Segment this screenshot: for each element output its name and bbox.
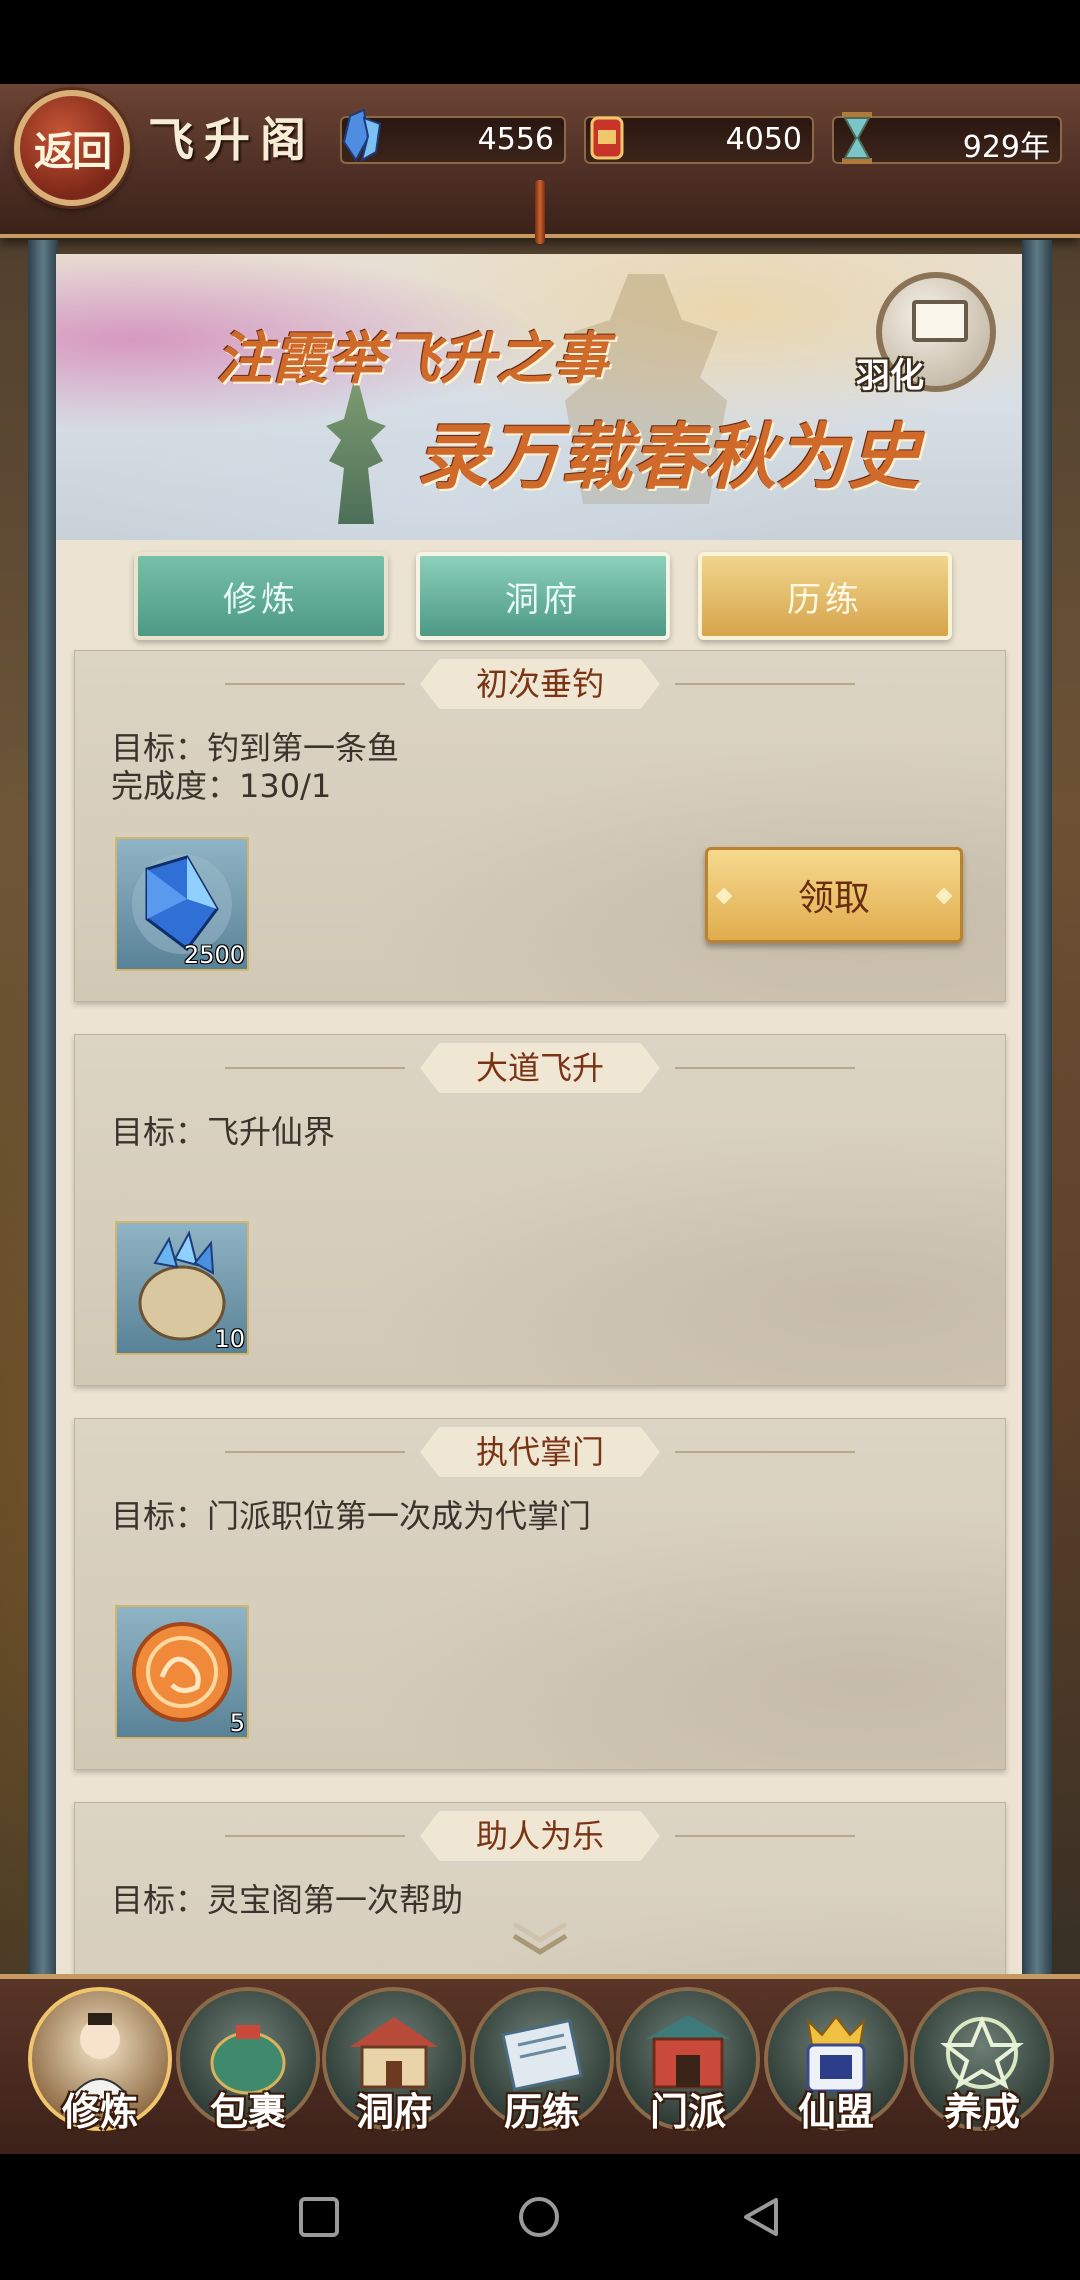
- nav-cultivation[interactable]: 修炼: [28, 1987, 172, 2134]
- achievement-goal: 目标：灵宝阁第一次帮助: [111, 1881, 464, 1919]
- status-bar: [0, 0, 1080, 84]
- title-ornament: [225, 1067, 405, 1069]
- achievement-panel: 注霞举飞升之事 录万载春秋为史 羽化 修炼 洞府 历练 初次垂钓 目标：钓到第一…: [56, 254, 1022, 1974]
- hourglass-icon: [842, 112, 872, 164]
- title-ornament: [675, 1451, 855, 1453]
- scroll-down-chevron-icon[interactable]: [508, 1918, 572, 1958]
- nav-trials[interactable]: 历练: [470, 1987, 614, 2134]
- dragon-token-icon: [132, 1622, 232, 1722]
- hanging-cord: [535, 180, 545, 244]
- nav-sect[interactable]: 门派: [616, 1987, 760, 2134]
- nav-alliance[interactable]: 仙盟: [764, 1987, 908, 2134]
- achievement-card: 初次垂钓 目标：钓到第一条鱼 完成度：130/1 2500 领取: [74, 650, 1006, 1002]
- crystal-icon: [342, 108, 382, 163]
- achievement-goal: 目标：门派职位第一次成为代掌门: [111, 1497, 592, 1535]
- achievement-title: 初次垂钓: [475, 665, 604, 703]
- reward-count: 2500: [183, 941, 245, 969]
- nav-bag[interactable]: 包裹: [176, 1987, 320, 2134]
- banner-slogan-1: 注霞举飞升之事: [216, 326, 608, 392]
- banner: 注霞举飞升之事 录万载春秋为史 羽化: [56, 254, 1022, 540]
- scroll-rod-left: [28, 240, 58, 1980]
- achievement-title-plate: 初次垂钓: [420, 659, 660, 709]
- reward-count: 5: [229, 1709, 245, 1737]
- tab-trials[interactable]: 历练: [698, 552, 952, 640]
- reward-item[interactable]: 2500: [115, 837, 249, 971]
- nav-label: 包裹: [209, 2089, 286, 2134]
- title-ornament: [675, 683, 855, 685]
- resource-treasure: 4050: [584, 116, 814, 164]
- achievement-goal: 目标：飞升仙界: [111, 1113, 336, 1151]
- bottom-navigation: 修炼 包裹 洞府 历练 门派 仙盟 养成: [0, 1974, 1080, 2159]
- tab-cave-mansion[interactable]: 洞府: [416, 552, 670, 640]
- achievement-title-plate: 执代掌门: [420, 1427, 660, 1477]
- tab-cultivation[interactable]: 修炼: [134, 552, 388, 640]
- title-ornament: [225, 1451, 405, 1453]
- back-nav-icon[interactable]: [740, 2196, 782, 2238]
- reward-item[interactable]: 5: [115, 1605, 249, 1739]
- resource-crystal-value: 4556: [477, 122, 554, 157]
- yuhua-label: 羽化: [856, 356, 924, 396]
- achievement-card: 执代掌门 目标：门派职位第一次成为代掌门 5: [74, 1418, 1006, 1770]
- scroll-rod-right: [1022, 240, 1052, 1980]
- achievement-title: 助人为乐: [475, 1817, 604, 1855]
- nav-cave-mansion[interactable]: 洞府: [322, 1987, 466, 2134]
- nav-label: 修炼: [61, 2089, 138, 2134]
- achievement-title-plate: 大道飞升: [420, 1043, 660, 1093]
- treasure-bag-icon: [590, 116, 624, 160]
- nav-label: 门派: [649, 2089, 726, 2134]
- nav-growth[interactable]: 养成: [910, 1987, 1054, 2134]
- title-ornament: [675, 1067, 855, 1069]
- nav-label: 养成: [943, 2089, 1020, 2134]
- banner-slogan-2: 录万载春秋为史: [416, 414, 921, 499]
- achievement-title: 大道飞升: [475, 1049, 604, 1087]
- system-navigation-bar: [0, 2154, 1080, 2280]
- envelope-icon: [912, 300, 968, 342]
- resource-years: 929年: [832, 112, 1062, 165]
- nav-label: 仙盟: [797, 2089, 874, 2134]
- achievement-title-plate: 助人为乐: [420, 1811, 660, 1861]
- title-ornament: [225, 683, 405, 685]
- resource-years-value: 929年: [962, 130, 1050, 165]
- reward-count: 10: [214, 1325, 245, 1353]
- reward-item[interactable]: 10: [115, 1221, 249, 1355]
- achievement-title: 执代掌门: [475, 1433, 604, 1471]
- nav-label: 洞府: [355, 2089, 432, 2134]
- back-button[interactable]: 返回: [14, 90, 130, 206]
- recent-apps-icon[interactable]: [298, 2196, 340, 2238]
- title-ornament: [225, 1835, 405, 1837]
- title-ornament: [675, 1835, 855, 1837]
- resource-crystal: 4556: [340, 108, 566, 164]
- resource-treasure-value: 4050: [725, 122, 802, 157]
- home-icon[interactable]: [518, 2196, 560, 2238]
- nav-label: 历练: [503, 2089, 580, 2134]
- claim-button[interactable]: 领取: [705, 847, 963, 943]
- achievement-progress: 完成度：130/1: [111, 767, 332, 805]
- pagoda-illustration: [326, 384, 386, 524]
- achievement-card: 大道飞升 目标：飞升仙界 10: [74, 1034, 1006, 1386]
- page-title: 飞升阁: [148, 113, 316, 167]
